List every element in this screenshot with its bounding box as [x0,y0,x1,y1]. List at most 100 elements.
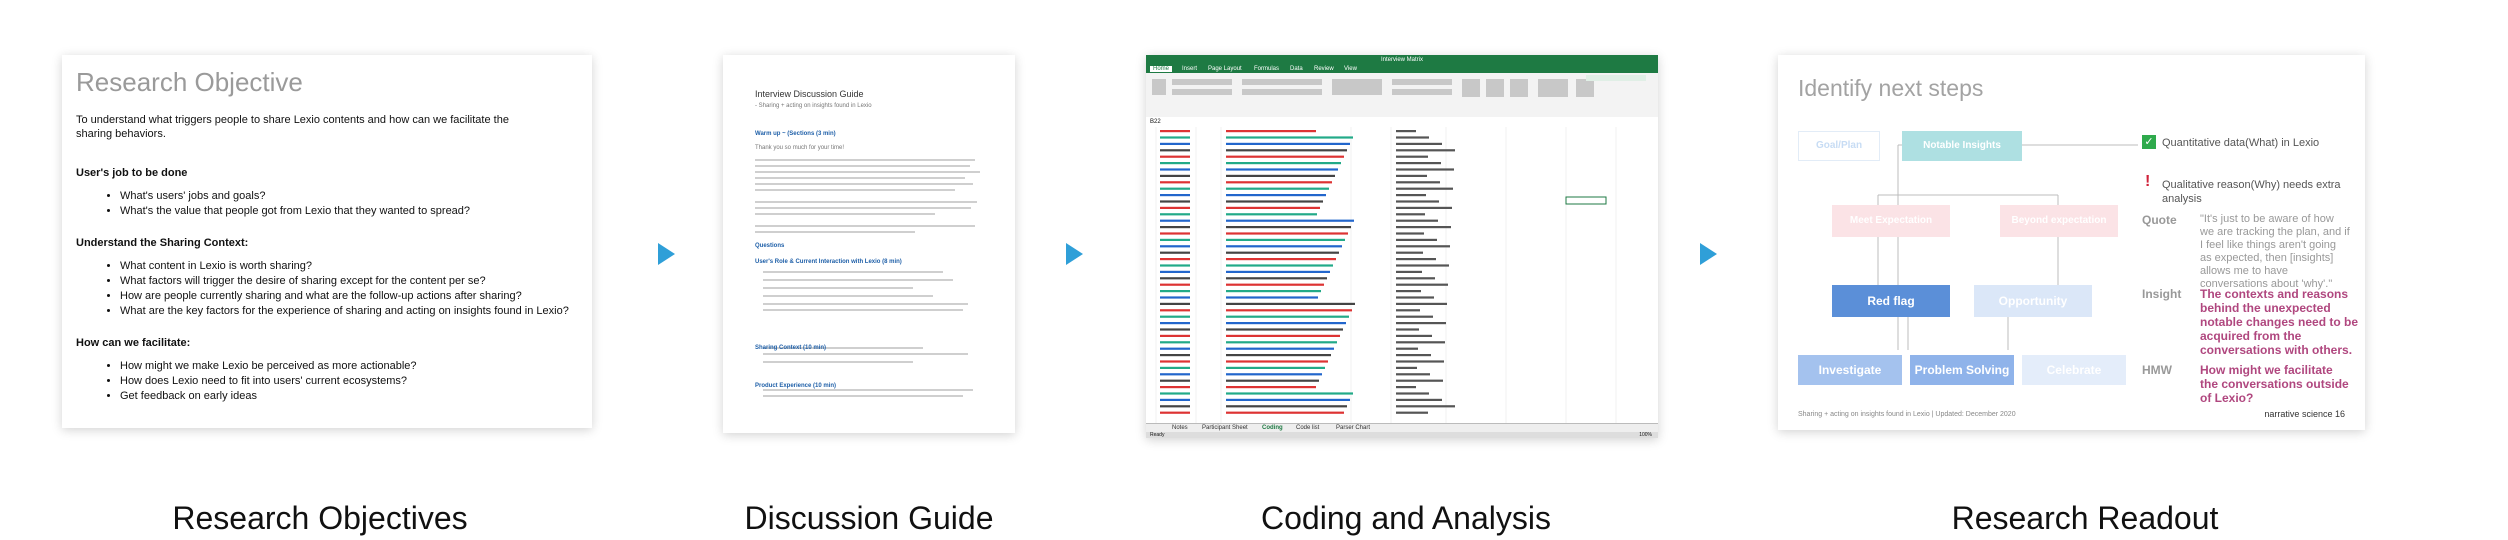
cell-text [1396,315,1433,318]
cell-text [1226,238,1345,241]
quote-text: "It's just to be aware of how we are tra… [2200,213,2350,290]
cell-text [1226,226,1351,229]
cell-reference: B22 [1150,119,1161,125]
cell-text [1396,174,1427,177]
next-arrow-icon [658,243,675,265]
cell-text [1396,270,1422,273]
cell-text [1396,296,1434,299]
cell-text [1160,187,1190,190]
cell-text [1396,379,1443,382]
cell-text [1226,277,1327,280]
cell-text [1396,290,1421,293]
cell-text [1396,386,1416,389]
quantitative-note: Quantitative data(What) in Lexio [2162,137,2320,149]
cell-text [1226,187,1329,190]
guide-text: Thank you so much for your time! [755,145,845,151]
cell-text [1396,334,1432,337]
cell-text [1160,149,1190,152]
cell-text [1160,354,1190,357]
caption-coding-analysis: Coding and Analysis [1261,500,1551,536]
cell-text [1160,366,1190,369]
cell-text [1226,251,1339,254]
cell-text [1226,181,1332,184]
cell-text [1160,194,1190,197]
cell-text [1396,366,1417,369]
investigate-box: Investigate [1798,355,1902,385]
cell-text [1396,213,1425,216]
cell-text [1396,360,1444,363]
beyond-expectation-box: Beyond expectation [2000,205,2118,237]
cell-text [1226,206,1320,209]
cell-text [1160,213,1190,216]
cell-text [1160,379,1190,382]
cell-text [1160,386,1190,389]
caption-research-readout: Research Readout [1951,500,2219,536]
research-objective-slide: Research Objective To understand what tr… [62,55,592,428]
hmw-text: How might we facilitate the conversation… [2200,363,2349,405]
cell-text [1226,379,1319,382]
cell-text [1160,302,1190,305]
spreadsheet-grid[interactable] [1146,127,1658,423]
list-item: What are the key factors for the experie… [120,304,590,319]
cell-text [1226,334,1340,337]
goal-plan-box: Goal/Plan [1798,131,1880,161]
cell-text [1226,386,1316,389]
cell-text [1226,245,1342,248]
cell-text [1396,187,1453,190]
red-flag-box: Red flag [1832,285,1950,317]
meet-expectation-box: Meet Expectation [1832,205,1950,237]
cell-text [1226,302,1355,305]
cell-text [1226,142,1350,145]
cell-text [1160,392,1190,395]
qualitative-note: Qualitative reason(Why) needs extra anal… [2162,179,2341,205]
ribbon-toolbar [1146,73,1658,118]
cell-text [1226,136,1353,139]
cell-text [1160,264,1190,267]
next-arrow-icon [1700,243,1717,265]
cell-text [1396,162,1441,165]
page-number: 16 [2334,409,2345,419]
cell-text [1160,309,1190,312]
cell-text [1160,296,1190,299]
cell-text [1396,405,1455,408]
cell-text [1226,373,1322,376]
cell-text [1226,130,1316,133]
cell-text [1160,405,1190,408]
tab-page-layout[interactable]: Page Layout [1208,66,1242,72]
guide-section: User's Role & Current Interaction with L… [755,259,902,265]
tab-view[interactable]: View [1344,66,1357,72]
tab-formulas[interactable]: Formulas [1254,66,1279,72]
bullet-list: What content in Lexio is worth sharing? … [106,259,590,319]
hmw-label: HMW [2142,363,2172,377]
list-item: How might we make Lexio be perceived as … [120,359,590,374]
cell-text [1226,328,1343,331]
cell-text [1226,283,1324,286]
cell-text [1160,232,1190,235]
window-title: Interview Matrix [1146,55,1658,65]
cell-text [1160,155,1190,158]
cell-text [1226,411,1344,414]
tab-review[interactable]: Review [1314,66,1334,72]
section-heading: Understand the Sharing Context: [76,237,249,249]
cell-text [1160,341,1190,344]
cell-text [1226,168,1338,171]
cell-text [1396,245,1450,248]
opportunity-box: Opportunity [1974,285,2092,317]
cell-text [1396,206,1452,209]
discussion-guide-page: Interview Discussion Guide - Sharing + a… [723,55,1015,433]
tab-data[interactable]: Data [1290,66,1303,72]
cell-text [1226,270,1330,273]
next-arrow-icon [1066,243,1083,265]
cell-text [1396,341,1445,344]
tab-home[interactable]: Home [1150,66,1173,72]
cell-text [1396,411,1428,414]
tab-insert[interactable]: Insert [1182,66,1197,72]
cell-text [1396,322,1446,325]
cell-text [1226,155,1344,158]
caption-discussion-guide: Discussion Guide [744,500,994,536]
cell-text [1396,200,1439,203]
cell-text [1226,405,1347,408]
cell-text [1160,411,1190,414]
cell-text [1160,347,1190,350]
cell-text [1226,194,1326,197]
